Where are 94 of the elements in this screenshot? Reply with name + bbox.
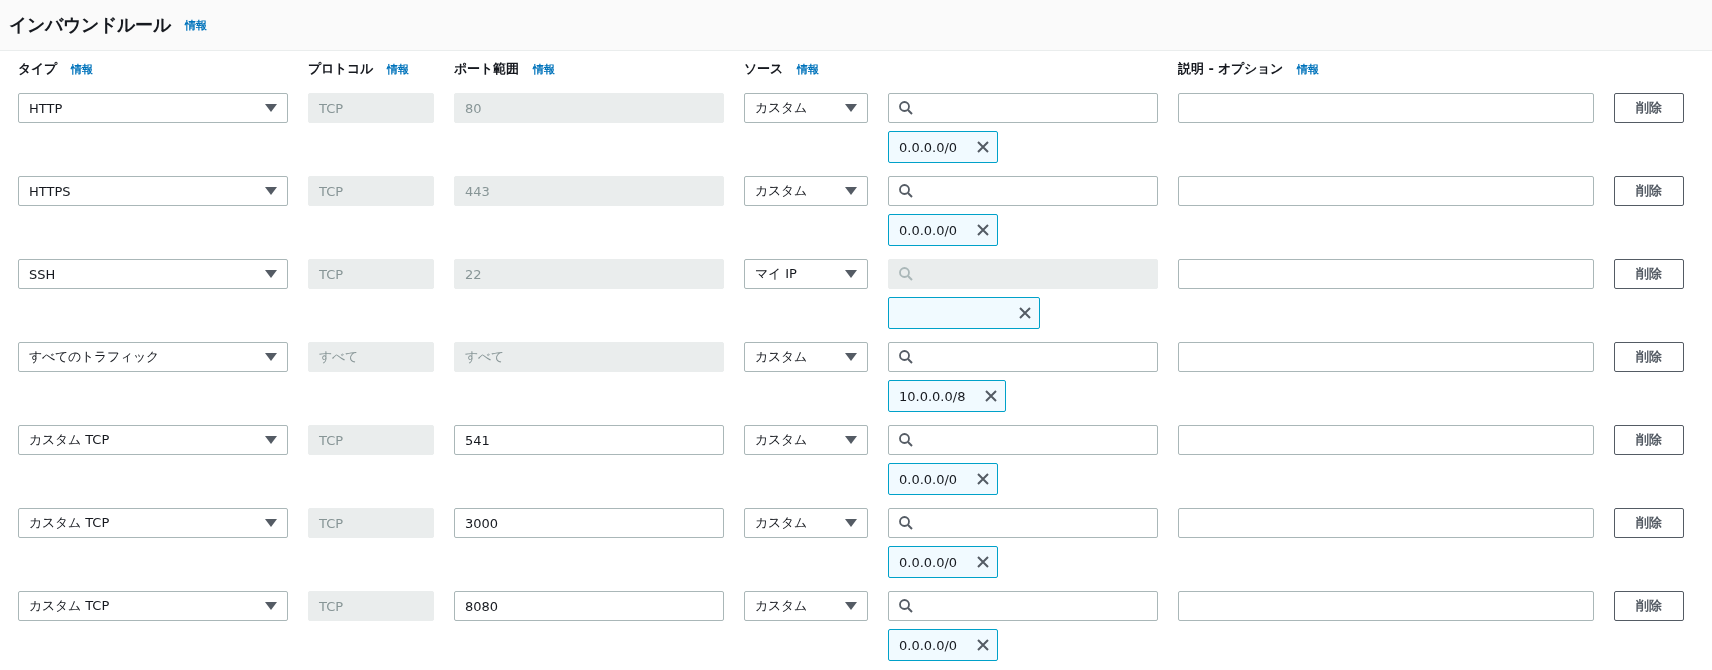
caret-down-icon bbox=[845, 270, 857, 278]
source-token: 0.0.0.0/0 bbox=[888, 629, 999, 661]
close-icon[interactable] bbox=[977, 473, 990, 485]
caret-down-icon bbox=[265, 436, 277, 444]
search-icon bbox=[899, 516, 913, 530]
delete-button[interactable]: 削除 bbox=[1614, 259, 1684, 289]
info-link[interactable]: 情報 bbox=[387, 61, 409, 77]
caret-down-icon bbox=[265, 270, 277, 278]
description-field[interactable] bbox=[1178, 591, 1594, 621]
delete-button[interactable]: 削除 bbox=[1614, 342, 1684, 372]
type-select[interactable]: カスタム TCP bbox=[18, 508, 288, 538]
close-icon[interactable] bbox=[977, 141, 990, 153]
caret-down-icon bbox=[845, 353, 857, 361]
info-link[interactable]: 情報 bbox=[185, 17, 207, 33]
source-select[interactable]: カスタム bbox=[744, 342, 868, 372]
close-icon[interactable] bbox=[985, 390, 998, 402]
search-field[interactable] bbox=[888, 591, 1158, 621]
column-header: タイプ bbox=[18, 60, 57, 78]
source-token: 0.0.0.0/0 bbox=[888, 546, 999, 578]
description-field[interactable] bbox=[1178, 259, 1594, 289]
close-icon[interactable] bbox=[977, 639, 990, 651]
type-select[interactable]: HTTPS bbox=[18, 176, 288, 206]
source-select[interactable]: カスタム bbox=[744, 591, 868, 621]
caret-down-icon bbox=[845, 187, 857, 195]
protocol-field: すべて bbox=[308, 342, 434, 372]
source-select[interactable]: マイ IP bbox=[744, 259, 868, 289]
info-link[interactable]: 情報 bbox=[71, 61, 93, 77]
port-range-field[interactable]: 541 bbox=[454, 425, 724, 455]
column-header: ソース bbox=[744, 60, 783, 78]
protocol-field: TCP bbox=[308, 425, 434, 455]
description-field[interactable] bbox=[1178, 176, 1594, 206]
search-icon bbox=[899, 101, 913, 115]
port-range-field[interactable]: 8080 bbox=[454, 591, 724, 621]
type-select[interactable]: カスタム TCP bbox=[18, 591, 288, 621]
type-select[interactable]: HTTP bbox=[18, 93, 288, 123]
close-icon[interactable] bbox=[977, 224, 990, 236]
search-field[interactable] bbox=[888, 93, 1158, 123]
source-token: 10.0.0.0/8 bbox=[888, 380, 1007, 412]
source-select[interactable]: カスタム bbox=[744, 425, 868, 455]
protocol-field: TCP bbox=[308, 591, 434, 621]
source-token: 0.0.0.0/0 bbox=[888, 131, 999, 163]
description-field[interactable] bbox=[1178, 508, 1594, 538]
protocol-field: TCP bbox=[308, 259, 434, 289]
protocol-field: TCP bbox=[308, 93, 434, 123]
source-select[interactable]: カスタム bbox=[744, 176, 868, 206]
type-select[interactable]: カスタム TCP bbox=[18, 425, 288, 455]
caret-down-icon bbox=[845, 602, 857, 610]
source-token: 0.0.0.0/0 bbox=[888, 463, 999, 495]
search-field[interactable] bbox=[888, 508, 1158, 538]
delete-button[interactable]: 削除 bbox=[1614, 508, 1684, 538]
protocol-field: TCP bbox=[308, 508, 434, 538]
port-range-field: 443 bbox=[454, 176, 724, 206]
delete-button[interactable]: 削除 bbox=[1614, 591, 1684, 621]
type-select[interactable]: SSH bbox=[18, 259, 288, 289]
search-field[interactable] bbox=[888, 176, 1158, 206]
column-header: ポート範囲 bbox=[454, 60, 519, 78]
description-field[interactable] bbox=[1178, 93, 1594, 123]
description-field[interactable] bbox=[1178, 342, 1594, 372]
info-link[interactable]: 情報 bbox=[1297, 61, 1320, 77]
search-field[interactable] bbox=[888, 425, 1158, 455]
caret-down-icon bbox=[845, 436, 857, 444]
search-field[interactable] bbox=[888, 342, 1158, 372]
caret-down-icon bbox=[265, 353, 277, 361]
port-range-field: すべて bbox=[454, 342, 724, 372]
search-icon bbox=[899, 599, 913, 613]
search-icon bbox=[899, 433, 913, 447]
protocol-field: TCP bbox=[308, 176, 434, 206]
close-icon[interactable] bbox=[977, 556, 990, 568]
info-link[interactable]: 情報 bbox=[797, 61, 819, 77]
caret-down-icon bbox=[845, 104, 857, 112]
panel-title: インバウンドルール bbox=[9, 13, 171, 37]
caret-down-icon bbox=[265, 104, 277, 112]
close-icon[interactable] bbox=[1019, 307, 1031, 319]
caret-down-icon bbox=[845, 519, 857, 527]
source-token: 0.0.0.0/0 bbox=[888, 214, 999, 246]
type-select[interactable]: すべてのトラフィック bbox=[18, 342, 288, 372]
source-select[interactable]: カスタム bbox=[744, 508, 868, 538]
search-icon bbox=[899, 184, 913, 198]
column-header: 説明 - オプション bbox=[1178, 60, 1284, 78]
delete-button[interactable]: 削除 bbox=[1614, 425, 1684, 455]
source-select[interactable]: カスタム bbox=[744, 93, 868, 123]
description-field[interactable] bbox=[1178, 425, 1594, 455]
caret-down-icon bbox=[265, 187, 277, 195]
info-link[interactable]: 情報 bbox=[533, 61, 555, 77]
port-range-field[interactable]: 3000 bbox=[454, 508, 724, 538]
port-range-field: 80 bbox=[454, 93, 724, 123]
port-range-field: 22 bbox=[454, 259, 724, 289]
delete-button[interactable]: 削除 bbox=[1614, 176, 1684, 206]
delete-button[interactable]: 削除 bbox=[1614, 93, 1684, 123]
caret-down-icon bbox=[265, 519, 277, 527]
caret-down-icon bbox=[265, 602, 277, 610]
column-header: プロトコル bbox=[308, 60, 373, 78]
search-icon bbox=[899, 350, 913, 364]
search-icon bbox=[899, 267, 913, 281]
